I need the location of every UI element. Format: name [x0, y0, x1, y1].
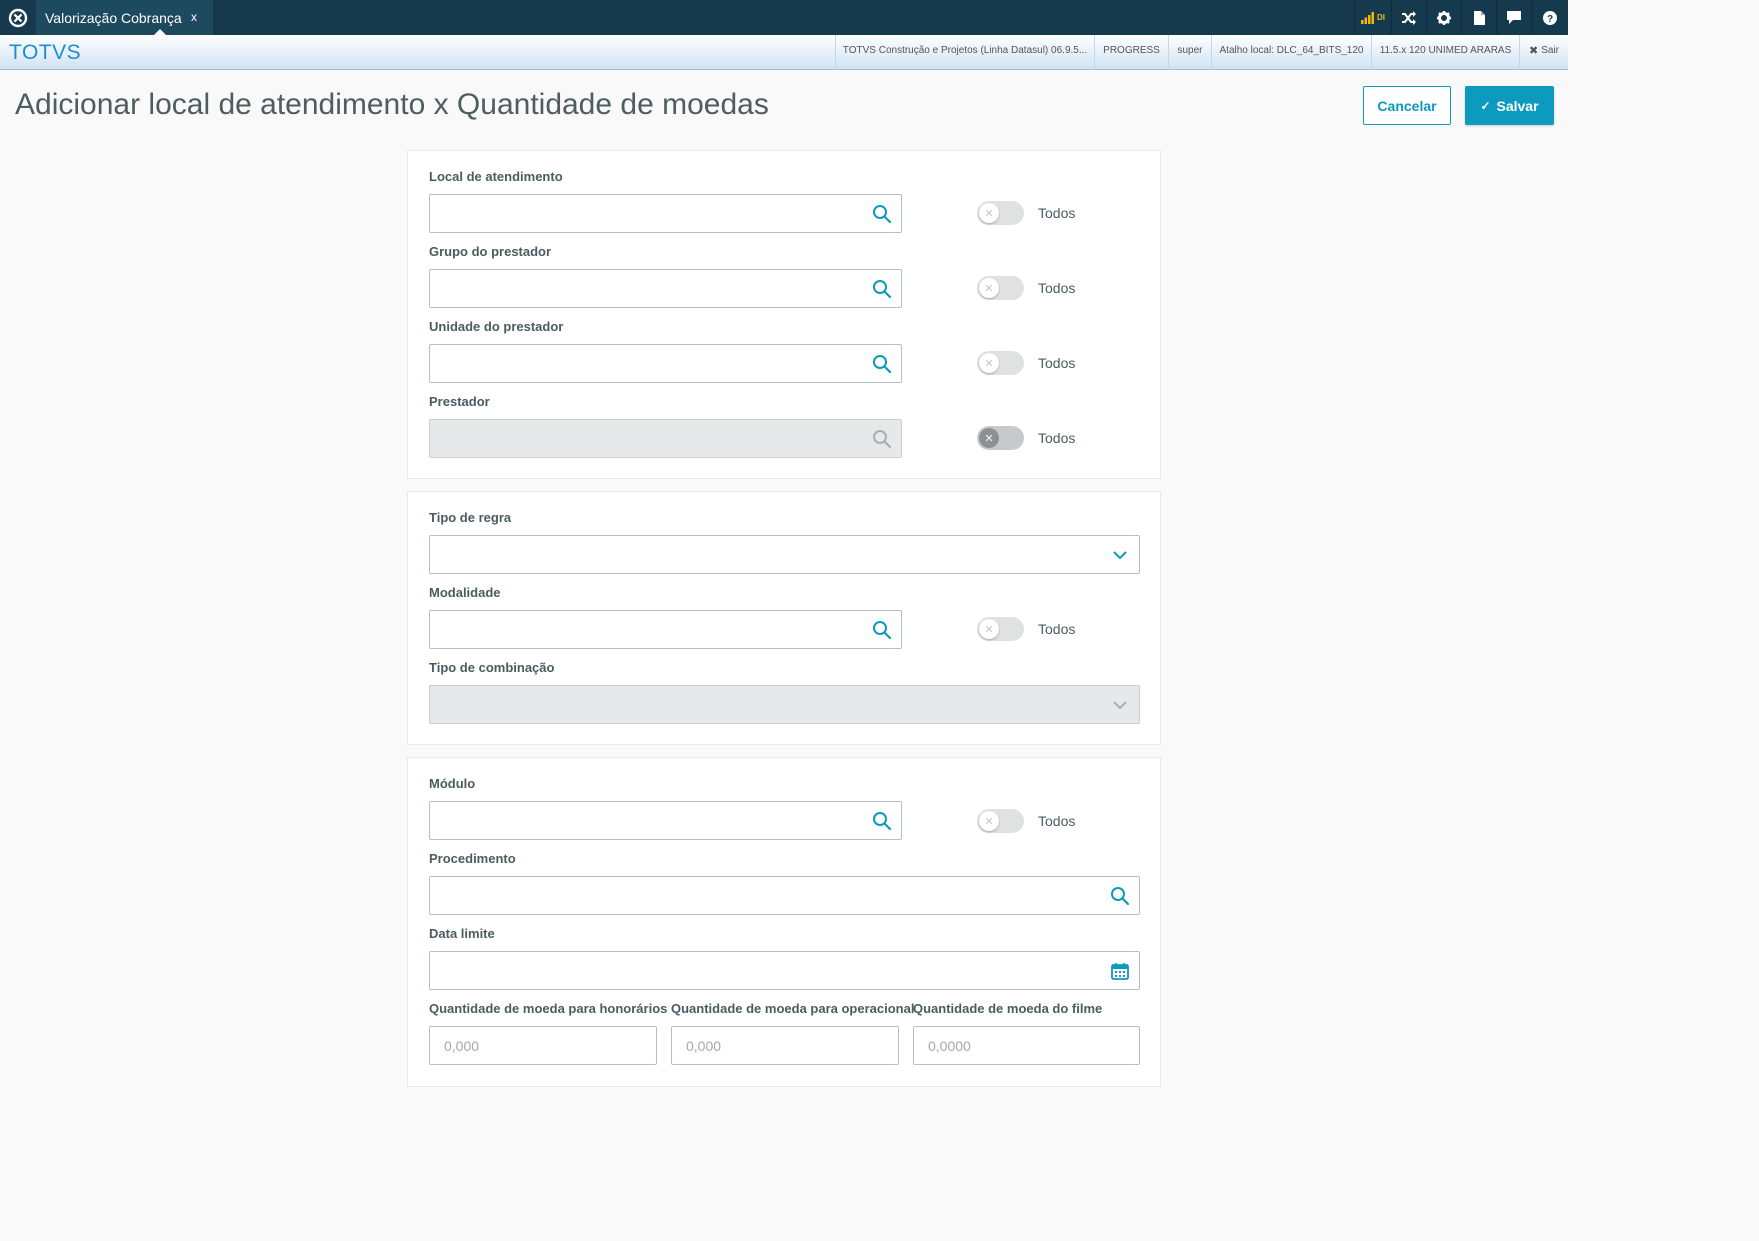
- help-icon[interactable]: ?: [1533, 0, 1567, 35]
- modulo-todos-toggle[interactable]: ✕: [977, 809, 1024, 833]
- header-info-user: super: [1168, 35, 1211, 70]
- search-icon[interactable]: [872, 204, 892, 224]
- qtd-filme-input[interactable]: 0,0000: [913, 1026, 1140, 1065]
- unidade-prestador-todos-label: Todos: [1038, 355, 1076, 371]
- page-title: Adicionar local de atendimento x Quantid…: [15, 88, 769, 121]
- local-atendimento-input[interactable]: [429, 194, 902, 233]
- tipo-regra-select[interactable]: [429, 535, 1140, 574]
- header-info-database: PROGRESS: [1094, 35, 1168, 70]
- logout-label: Sair: [1541, 45, 1559, 56]
- unidade-prestador-label: Unidade do prestador: [429, 319, 564, 334]
- qtd-honorarios-input[interactable]: 0,000: [429, 1026, 657, 1065]
- grupo-prestador-input[interactable]: [429, 269, 902, 308]
- modulo-todos-label: Todos: [1038, 813, 1076, 829]
- local-atendimento-todos-label: Todos: [1038, 205, 1076, 221]
- tipo-combinacao-select: [429, 685, 1140, 724]
- search-icon[interactable]: [872, 620, 892, 640]
- close-icon: ✕: [979, 203, 999, 223]
- logout-button[interactable]: ✖ Sair: [1519, 35, 1568, 70]
- card-prestador: Local de atendimento ✕ Todos Grupo do pr…: [407, 150, 1161, 479]
- grupo-prestador-todos-label: Todos: [1038, 280, 1076, 296]
- header-info-product: TOTVS Construção e Projetos (Linha Datas…: [835, 35, 1094, 70]
- chat-icon[interactable]: [1497, 0, 1531, 35]
- document-icon[interactable]: [1462, 0, 1496, 35]
- svg-text:?: ?: [1547, 14, 1553, 25]
- prestador-todos-toggle: ✕: [977, 426, 1024, 450]
- shuffle-icon[interactable]: [1392, 0, 1426, 35]
- prestador-label: Prestador: [429, 394, 490, 409]
- totvs-logo-icon[interactable]: [0, 0, 36, 35]
- signal-icon[interactable]: DI: [1355, 0, 1391, 35]
- search-icon[interactable]: [1110, 886, 1130, 906]
- header-info-version: 11.5.x 120 UNIMED ARARAS: [1371, 35, 1519, 70]
- signal-label: DI: [1377, 13, 1385, 22]
- close-icon: ✕: [979, 353, 999, 373]
- close-icon: ✕: [979, 278, 999, 298]
- tipo-combinacao-label: Tipo de combinação: [429, 660, 555, 675]
- procedimento-input[interactable]: [429, 876, 1140, 915]
- cancel-button[interactable]: Cancelar: [1363, 86, 1451, 125]
- modalidade-label: Modalidade: [429, 585, 501, 600]
- local-atendimento-label: Local de atendimento: [429, 169, 563, 184]
- modulo-label: Módulo: [429, 776, 476, 791]
- chevron-down-icon: [1113, 551, 1127, 560]
- chevron-down-icon: [1113, 701, 1127, 710]
- header-info-shortcut: Atalho local: DLC_64_BITS_120: [1211, 35, 1371, 70]
- tab-close-button[interactable]: x: [191, 10, 197, 24]
- tab-label: Valorização Cobrança: [45, 10, 182, 26]
- close-icon: ✕: [979, 811, 999, 831]
- gear-icon[interactable]: [1427, 0, 1461, 35]
- qtd-honorarios-placeholder: 0,000: [444, 1038, 480, 1054]
- qtd-operacional-input[interactable]: 0,000: [671, 1026, 899, 1065]
- card-regra: Tipo de regra Modalidade ✕ Todos Tipo de…: [407, 491, 1161, 745]
- calendar-icon[interactable]: [1110, 961, 1130, 981]
- save-button[interactable]: ✓ Salvar: [1465, 86, 1554, 125]
- qtd-filme-label: Quantidade de moeda do filme: [913, 1001, 1103, 1016]
- card-procedimento: Módulo ✕ Todos Procedimento Data limite …: [407, 757, 1161, 1087]
- save-label: Salvar: [1496, 97, 1539, 114]
- qtd-operacional-placeholder: 0,000: [686, 1038, 722, 1054]
- qtd-honorarios-label: Quantidade de moeda para honorários: [429, 1001, 668, 1016]
- search-icon[interactable]: [872, 279, 892, 299]
- tab-valorizacao-cobranca[interactable]: Valorização Cobrança x: [36, 0, 213, 35]
- modalidade-todos-label: Todos: [1038, 621, 1076, 637]
- unidade-prestador-todos-toggle[interactable]: ✕: [977, 351, 1024, 375]
- close-icon: ✕: [979, 619, 999, 639]
- top-bar: Valorização Cobrança x DI ?: [0, 0, 1568, 35]
- data-limite-input[interactable]: [429, 951, 1140, 990]
- grupo-prestador-todos-toggle[interactable]: ✕: [977, 276, 1024, 300]
- modulo-input[interactable]: [429, 801, 902, 840]
- prestador-todos-label: Todos: [1038, 430, 1076, 446]
- search-icon[interactable]: [872, 354, 892, 374]
- qtd-operacional-label: Quantidade de moeda para operacional: [671, 1001, 915, 1016]
- search-icon: [873, 430, 892, 449]
- brand-logo: TOTVS: [9, 41, 82, 64]
- close-icon: ✕: [979, 428, 999, 448]
- data-limite-label: Data limite: [429, 926, 495, 941]
- close-icon: ✖: [1528, 45, 1539, 57]
- modalidade-todos-toggle[interactable]: ✕: [977, 617, 1024, 641]
- procedimento-label: Procedimento: [429, 851, 516, 866]
- check-icon: ✓: [1480, 98, 1491, 113]
- qtd-filme-placeholder: 0,0000: [928, 1038, 971, 1054]
- header-bar: TOTVS TOTVS Construção e Projetos (Linha…: [0, 35, 1568, 70]
- modalidade-input[interactable]: [429, 610, 902, 649]
- prestador-input: [429, 419, 902, 458]
- search-icon[interactable]: [872, 811, 892, 831]
- grupo-prestador-label: Grupo do prestador: [429, 244, 552, 259]
- unidade-prestador-input[interactable]: [429, 344, 902, 383]
- local-atendimento-todos-toggle[interactable]: ✕: [977, 201, 1024, 225]
- tipo-regra-label: Tipo de regra: [429, 510, 512, 525]
